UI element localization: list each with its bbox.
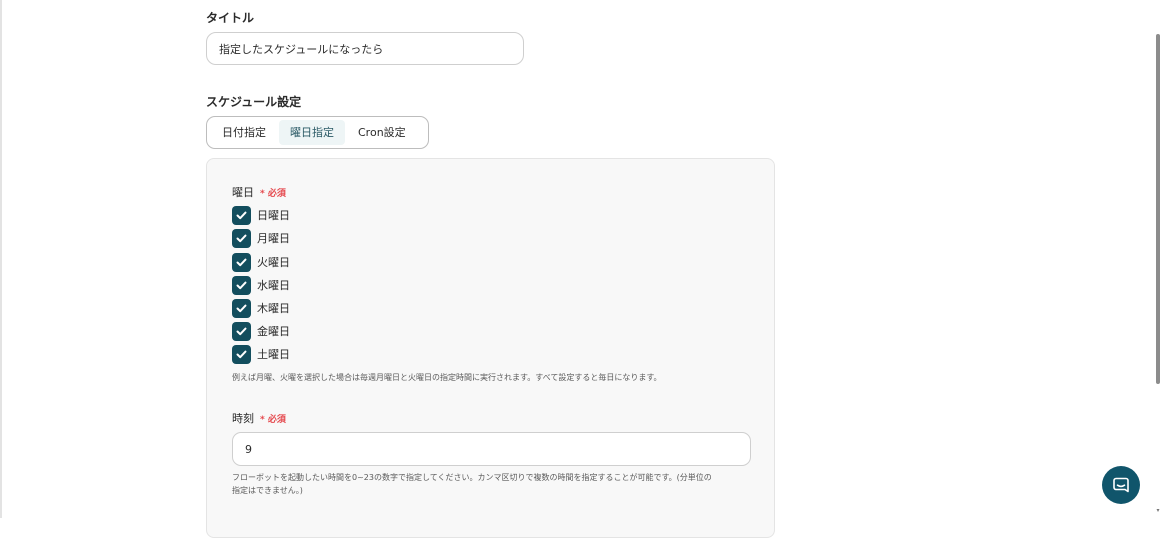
checkbox-box[interactable] bbox=[232, 228, 251, 248]
schedule-label: スケジュール設定 bbox=[206, 95, 302, 109]
tab-cron[interactable]: Cron設定 bbox=[347, 120, 417, 145]
checkbox-monday[interactable]: 月曜日 bbox=[232, 228, 290, 248]
checkbox-tuesday[interactable]: 火曜日 bbox=[232, 252, 290, 272]
tab-date[interactable]: 日付指定 bbox=[211, 120, 277, 145]
weekday-label: 曜日 * 必須 bbox=[232, 184, 286, 200]
required-badge: * 必須 bbox=[260, 415, 286, 425]
weekday-settings-panel: 曜日 * 必須 日曜日 月曜日 火曜日 水曜日 木曜日 金曜日 土曜日 例えば月曜… bbox=[206, 158, 775, 538]
checkbox-box[interactable] bbox=[232, 205, 251, 225]
checkbox-saturday[interactable]: 土曜日 bbox=[232, 344, 290, 364]
time-label: 時刻 * 必須 bbox=[232, 410, 286, 426]
required-text: 必須 bbox=[267, 415, 286, 425]
checkbox-sunday[interactable]: 日曜日 bbox=[232, 205, 290, 225]
required-badge: * 必須 bbox=[260, 189, 286, 199]
check-icon bbox=[236, 234, 247, 242]
weekday-hint: 例えば月曜、火曜を選択した場合は毎週月曜日と火曜日の指定時間に実行されます。すべ… bbox=[232, 373, 662, 382]
required-asterisk: * bbox=[260, 189, 265, 199]
day-label-saturday: 土曜日 bbox=[257, 348, 290, 361]
checkbox-friday[interactable]: 金曜日 bbox=[232, 321, 290, 341]
weekday-label-text: 曜日 bbox=[232, 186, 254, 199]
checkbox-wednesday[interactable]: 水曜日 bbox=[232, 275, 290, 295]
check-icon bbox=[236, 304, 247, 312]
required-asterisk: * bbox=[260, 415, 265, 425]
time-label-text: 時刻 bbox=[232, 412, 254, 425]
check-icon bbox=[236, 281, 247, 289]
title-label: タイトル bbox=[206, 11, 255, 25]
checkbox-box[interactable] bbox=[232, 252, 251, 272]
scrollbar-thumb[interactable] bbox=[1156, 34, 1160, 384]
time-hint-line1: フローボットを起動したい時間を0~23の数字で指定してください。カンマ区切りで複… bbox=[232, 473, 712, 482]
scrollbar[interactable] bbox=[1155, 0, 1161, 518]
day-label-thursday: 木曜日 bbox=[257, 302, 290, 315]
scroll-down-arrow-icon[interactable]: ▾ bbox=[1155, 508, 1161, 514]
checkbox-box[interactable] bbox=[232, 321, 251, 341]
time-hint: フローボットを起動したい時間を0~23の数字で指定してください。カンマ区切りで複… bbox=[232, 471, 712, 497]
chat-bubble-icon bbox=[1113, 477, 1129, 493]
chat-support-button[interactable] bbox=[1102, 466, 1140, 504]
check-icon bbox=[236, 258, 247, 266]
check-icon bbox=[236, 327, 247, 335]
checkbox-box[interactable] bbox=[232, 344, 251, 364]
checkbox-thursday[interactable]: 木曜日 bbox=[232, 298, 290, 318]
tab-weekday[interactable]: 曜日指定 bbox=[279, 120, 345, 145]
checkbox-box[interactable] bbox=[232, 298, 251, 318]
check-icon bbox=[236, 350, 247, 358]
schedule-tabs: 日付指定 曜日指定 Cron設定 bbox=[206, 116, 429, 149]
day-label-sunday: 日曜日 bbox=[257, 209, 290, 222]
day-label-friday: 金曜日 bbox=[257, 325, 290, 338]
required-text: 必須 bbox=[267, 189, 286, 199]
checkbox-box[interactable] bbox=[232, 275, 251, 295]
day-label-tuesday: 火曜日 bbox=[257, 256, 290, 269]
day-label-monday: 月曜日 bbox=[257, 232, 290, 245]
check-icon bbox=[236, 211, 247, 219]
day-label-wednesday: 水曜日 bbox=[257, 279, 290, 292]
left-divider bbox=[0, 0, 2, 518]
time-hint-line2: 指定はできません。) bbox=[232, 486, 303, 495]
title-input[interactable] bbox=[206, 32, 524, 65]
time-input[interactable] bbox=[232, 432, 751, 466]
